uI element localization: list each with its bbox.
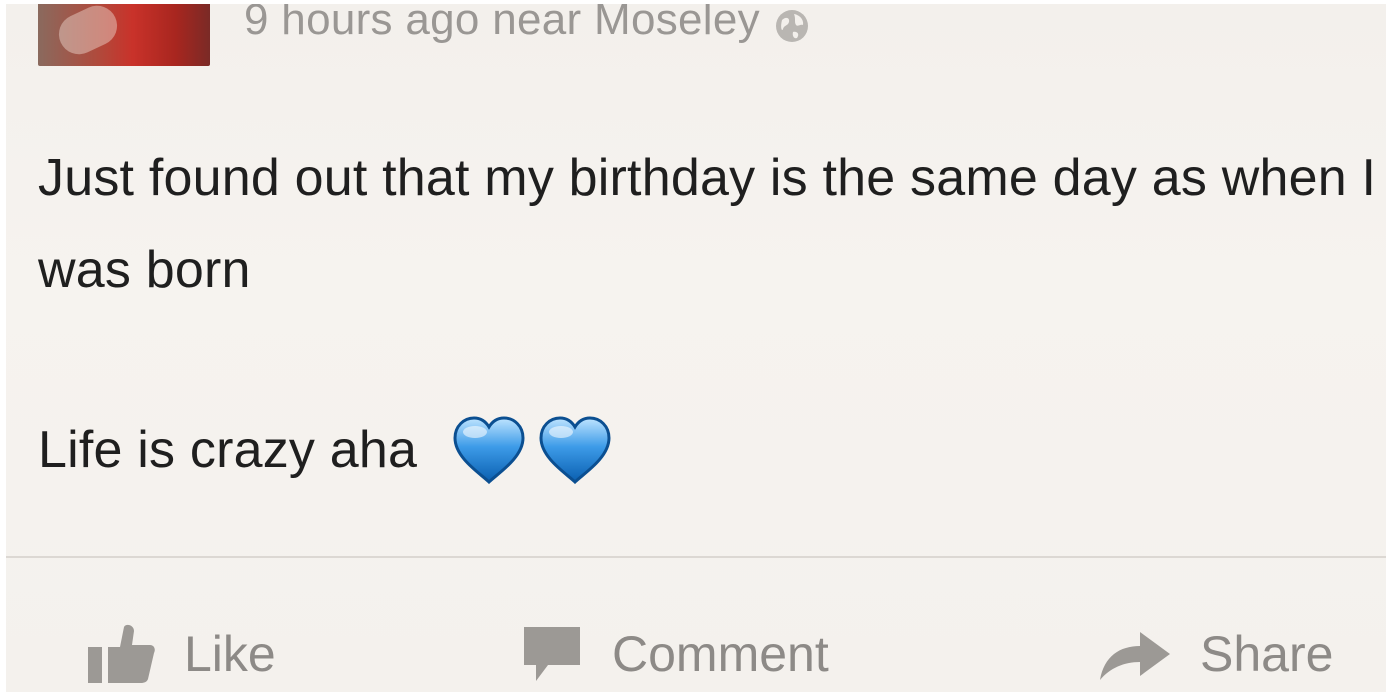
emoji-group bbox=[451, 414, 613, 486]
comment-label: Comment bbox=[612, 626, 829, 682]
post-text-secondary: Life is crazy aha bbox=[38, 421, 418, 479]
blue-heart-icon bbox=[537, 414, 613, 486]
share-label: Share bbox=[1200, 626, 1334, 682]
post-card: 9 hours ago near Moseley Just found out … bbox=[6, 4, 1386, 692]
divider bbox=[6, 556, 1386, 558]
thumbs-up-icon bbox=[86, 623, 156, 685]
like-button[interactable]: Like bbox=[86, 604, 276, 692]
post-timestamp-location[interactable]: 9 hours ago near Moseley bbox=[244, 4, 760, 45]
avatar[interactable] bbox=[38, 4, 210, 66]
like-label: Like bbox=[184, 626, 276, 682]
share-button[interactable]: Share bbox=[1098, 604, 1333, 692]
comment-icon bbox=[520, 623, 584, 685]
post-text-line: Life is crazy aha bbox=[38, 404, 613, 496]
post-text: Just found out that my birthday is the s… bbox=[38, 149, 1377, 299]
share-arrow-icon bbox=[1098, 626, 1172, 682]
blue-heart-icon bbox=[451, 414, 527, 486]
globe-icon[interactable] bbox=[774, 5, 810, 42]
comment-button[interactable]: Comment bbox=[520, 604, 829, 692]
post-actions-bar: Like Comment Share bbox=[6, 604, 1386, 692]
post-meta: 9 hours ago near Moseley bbox=[244, 4, 810, 52]
